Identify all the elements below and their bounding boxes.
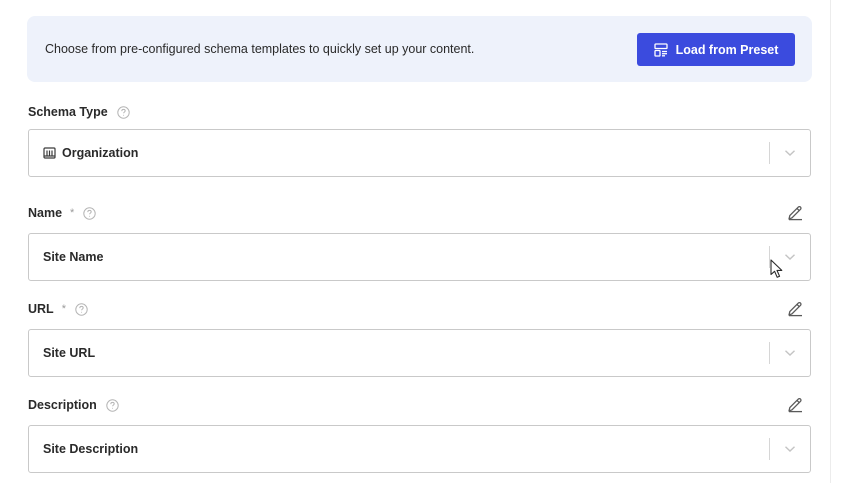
url-label: URL * (28, 302, 88, 316)
select-separator (769, 142, 770, 164)
schema-settings-panel: Choose from pre-configured schema templa… (0, 0, 841, 483)
help-icon[interactable] (83, 206, 97, 220)
layout-template-icon (653, 42, 668, 57)
schema-type-value-text: Organization (62, 146, 139, 160)
edit-description-icon[interactable] (786, 396, 804, 414)
building-icon (43, 147, 56, 159)
load-from-preset-label: Load from Preset (675, 42, 779, 57)
chevron-down-icon[interactable] (784, 349, 796, 357)
name-label: Name * (28, 206, 97, 220)
select-separator (769, 342, 770, 364)
help-icon[interactable] (116, 105, 130, 119)
schema-type-label-text: Schema Type (28, 105, 108, 119)
name-value: Site Name (43, 234, 103, 280)
schema-type-value: Organization (43, 130, 138, 176)
banner-text: Choose from pre-configured schema templa… (45, 42, 475, 56)
required-mark: * (61, 303, 66, 315)
help-icon[interactable] (75, 302, 88, 316)
description-value-text: Site Description (43, 442, 139, 456)
name-label-text: Name (28, 206, 63, 220)
chevron-down-icon[interactable] (784, 445, 796, 453)
name-value-text: Site Name (43, 250, 104, 264)
description-value: Site Description (43, 426, 138, 472)
schema-type-select[interactable]: Organization (28, 129, 811, 177)
select-separator (769, 438, 770, 460)
description-label: Description (28, 398, 119, 412)
url-label-text: URL (28, 302, 54, 316)
load-from-preset-button[interactable]: Load from Preset (637, 33, 795, 66)
preset-banner: Choose from pre-configured schema templa… (27, 16, 812, 82)
name-select[interactable]: Site Name (28, 233, 811, 281)
panel-divider (830, 0, 831, 483)
required-mark: * (70, 207, 75, 219)
chevron-down-icon[interactable] (784, 149, 796, 157)
schema-type-label: Schema Type (28, 105, 130, 119)
edit-name-icon[interactable] (786, 204, 804, 222)
description-select[interactable]: Site Description (28, 425, 811, 473)
description-label-text: Description (28, 398, 97, 412)
select-separator (769, 246, 770, 268)
url-value: Site URL (43, 330, 95, 376)
help-icon[interactable] (106, 398, 119, 412)
edit-url-icon[interactable] (786, 300, 804, 318)
url-select[interactable]: Site URL (28, 329, 811, 377)
url-value-text: Site URL (43, 346, 96, 360)
chevron-down-icon[interactable] (784, 253, 796, 261)
